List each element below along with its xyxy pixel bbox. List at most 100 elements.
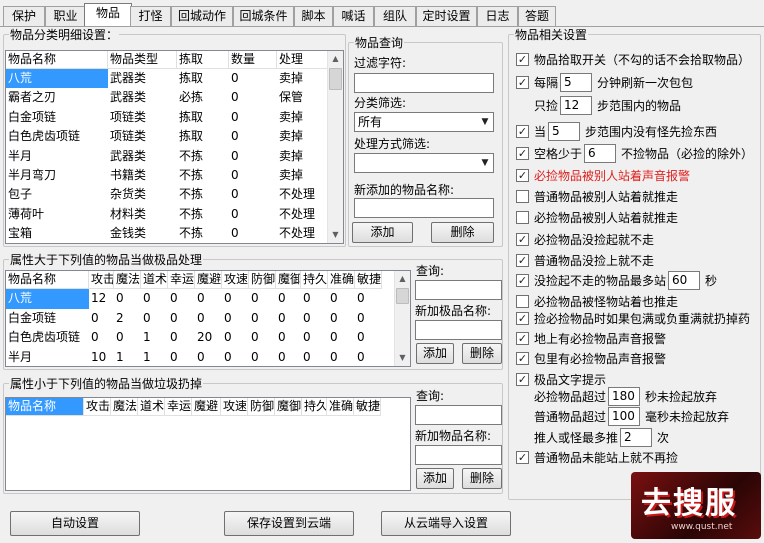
setting-checkbox[interactable]: ✓ (516, 274, 529, 287)
tab-9[interactable]: 定时设置 (416, 6, 477, 26)
tab-1[interactable]: 职业 (45, 6, 86, 26)
best-header-1[interactable]: 攻击 (89, 271, 114, 289)
best-header-8[interactable]: 魔御 (276, 271, 301, 289)
scroll-up-icon[interactable]: ▲ (328, 51, 343, 67)
setting-value-input[interactable]: 6 (584, 144, 616, 163)
item-category-list[interactable]: 物品名称 物品类型 拣取 数量 处理 八荒 武器类 拣取 0 卖掉 霸者之刃 武器类 必拣 0 保管 白金项链… (5, 50, 344, 244)
category-row[interactable]: 宝箱 金钱类 不拣 0 不处理 (6, 224, 329, 243)
best-header-0[interactable]: 物品名称 (6, 271, 89, 289)
best-item-list[interactable]: 物品名称 攻击 魔法 道术 幸运 魔避 攻速 防御 魔御 持久 准确 敏捷 八荒 12 0 0 0 0 0 0 0 0 0 0… (5, 270, 411, 367)
scroll-down-icon[interactable]: ▼ (328, 227, 343, 243)
auto-setup-button[interactable]: 自动设置 (10, 511, 140, 536)
setting-checkbox[interactable]: ✓ (516, 451, 529, 464)
best-row[interactable]: 半月 10 1 1 0 0 0 0 0 0 0 0 (6, 348, 382, 367)
junk-header-1[interactable]: 攻击 (84, 398, 111, 416)
junk-query-input[interactable] (415, 405, 502, 425)
category-row[interactable]: 半月弯刀 书籍类 不拣 0 卖掉 (6, 166, 329, 185)
scroll-up-icon[interactable]: ▲ (395, 271, 410, 287)
setting-checkbox[interactable]: ✓ (516, 147, 529, 160)
new-item-input[interactable] (354, 198, 494, 218)
scrollbar-thumb[interactable] (396, 288, 409, 304)
best-add-button[interactable]: 添加 (416, 343, 454, 364)
category-header-0[interactable]: 物品名称 (6, 51, 108, 69)
junk-header-11[interactable]: 敏捷 (354, 398, 381, 416)
junk-header-2[interactable]: 魔法 (111, 398, 138, 416)
best-delete-button[interactable]: 删除 (462, 343, 502, 364)
tab-3[interactable]: 打怪 (130, 6, 171, 26)
junk-header-6[interactable]: 攻速 (221, 398, 248, 416)
best-scrollbar[interactable]: ▲ ▼ (394, 271, 410, 366)
tab-2[interactable]: 物品 (84, 3, 132, 26)
tab-8[interactable]: 组队 (374, 6, 416, 26)
junk-add-button[interactable]: 添加 (416, 468, 454, 489)
filter-input[interactable] (354, 73, 494, 93)
tab-0[interactable]: 保护 (3, 6, 45, 26)
category-header-4[interactable]: 处理 (277, 51, 329, 69)
junk-header-3[interactable]: 道术 (138, 398, 165, 416)
setting-checkbox[interactable]: ✓ (516, 76, 529, 89)
setting-checkbox[interactable]: ✓ (516, 169, 529, 182)
category-row[interactable]: 霸者之刃 武器类 必拣 0 保管 (6, 88, 329, 107)
setting-checkbox[interactable]: ✓ (516, 373, 529, 386)
junk-item-list[interactable]: 物品名称 攻击 魔法 道术 幸运 魔避 攻速 防御 魔御 持久 准确 敏捷 (5, 397, 411, 491)
best-query-input[interactable] (415, 280, 502, 300)
category-row[interactable]: 八荒 武器类 拣取 0 卖掉 (6, 69, 329, 89)
best-row[interactable]: 八荒 12 0 0 0 0 0 0 0 0 0 0 (6, 289, 382, 309)
setting-value-input[interactable]: 100 (608, 407, 640, 426)
setting-checkbox[interactable]: ✓ (516, 312, 529, 325)
category-row[interactable]: 包子 杂货类 不拣 0 不处理 (6, 185, 329, 204)
best-header-9[interactable]: 持久 (301, 271, 328, 289)
junk-header-8[interactable]: 魔御 (275, 398, 302, 416)
setting-value-input[interactable]: 5 (560, 73, 592, 92)
setting-checkbox[interactable]: ✓ (516, 53, 529, 66)
setting-checkbox[interactable] (516, 190, 529, 203)
setting-checkbox[interactable]: ✓ (516, 233, 529, 246)
best-header-10[interactable]: 准确 (328, 271, 355, 289)
tab-6[interactable]: 脚本 (294, 6, 333, 26)
category-row[interactable]: 白金项链 项链类 拣取 0 卖掉 (6, 108, 329, 127)
tab-5[interactable]: 回城条件 (233, 6, 294, 26)
junk-header-5[interactable]: 魔避 (192, 398, 221, 416)
best-new-input[interactable] (415, 320, 502, 340)
junk-header-10[interactable]: 准确 (327, 398, 354, 416)
junk-header-9[interactable]: 持久 (302, 398, 327, 416)
best-header-11[interactable]: 敏捷 (355, 271, 382, 289)
tab-10[interactable]: 日志 (477, 6, 518, 26)
junk-header-4[interactable]: 幸运 (165, 398, 192, 416)
junk-header-0[interactable]: 物品名称 (6, 398, 84, 416)
delete-item-button[interactable]: 删除 (431, 222, 494, 243)
scroll-down-icon[interactable]: ▼ (395, 350, 410, 366)
category-header-1[interactable]: 物品类型 (108, 51, 177, 69)
best-header-5[interactable]: 魔避 (195, 271, 222, 289)
category-row[interactable]: 半月 武器类 不拣 0 卖掉 (6, 147, 329, 166)
setting-value-input[interactable]: 60 (668, 271, 700, 290)
best-header-7[interactable]: 防御 (249, 271, 276, 289)
category-row[interactable]: 薄荷叶 材料类 不拣 0 不处理 (6, 205, 329, 224)
category-filter-select[interactable]: 所有 ▼ (354, 112, 494, 132)
add-item-button[interactable]: 添加 (352, 222, 413, 243)
best-header-4[interactable]: 幸运 (168, 271, 195, 289)
scrollbar-thumb[interactable] (329, 68, 342, 90)
category-row[interactable]: 白色虎齿项链 项链类 拣取 0 卖掉 (6, 127, 329, 146)
tab-7[interactable]: 喊话 (333, 6, 374, 26)
tab-4[interactable]: 回城动作 (171, 6, 233, 26)
category-header-3[interactable]: 数量 (229, 51, 277, 69)
setting-value-input[interactable]: 2 (620, 428, 652, 447)
best-header-2[interactable]: 魔法 (114, 271, 141, 289)
setting-checkbox[interactable] (516, 211, 529, 224)
setting-checkbox[interactable]: ✓ (516, 125, 529, 138)
import-from-cloud-button[interactable]: 从云端导入设置 (381, 511, 511, 536)
setting-checkbox[interactable]: ✓ (516, 352, 529, 365)
junk-delete-button[interactable]: 删除 (462, 468, 502, 489)
best-header-3[interactable]: 道术 (141, 271, 168, 289)
setting-value-input[interactable]: 5 (548, 122, 580, 141)
junk-header-7[interactable]: 防御 (248, 398, 275, 416)
setting-checkbox[interactable]: ✓ (516, 332, 529, 345)
handle-filter-select[interactable]: ▼ (354, 153, 494, 173)
category-scrollbar[interactable]: ▲ ▼ (327, 51, 343, 243)
setting-value-input[interactable]: 12 (560, 96, 592, 115)
best-header-6[interactable]: 攻速 (222, 271, 249, 289)
chevron-down-icon[interactable]: ▼ (477, 154, 493, 172)
best-row[interactable]: 白金项链 0 2 0 0 0 0 0 0 0 0 0 (6, 309, 382, 329)
tab-11[interactable]: 答题 (518, 6, 556, 26)
